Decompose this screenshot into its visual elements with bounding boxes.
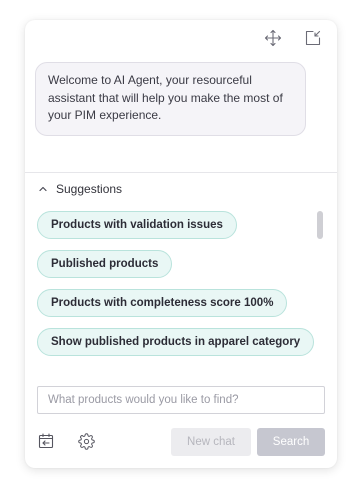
suggestions-scrollbar[interactable]: [317, 211, 323, 239]
suggestion-chip[interactable]: Show published products in apparel categ…: [37, 328, 315, 356]
search-button[interactable]: Search: [257, 428, 325, 456]
suggestion-chip[interactable]: Published products: [37, 250, 173, 278]
suggestions-title: Suggestions: [56, 182, 123, 196]
suggestion-chip[interactable]: Products with validation issues: [37, 211, 237, 239]
dock-corner-icon[interactable]: [303, 28, 323, 48]
welcome-message-bubble: Welcome to AI Agent, your resourceful as…: [35, 62, 306, 136]
suggestion-chip[interactable]: Products with completeness score 100%: [37, 289, 288, 317]
gear-icon[interactable]: [77, 432, 95, 450]
search-input[interactable]: [37, 386, 325, 414]
new-chat-button[interactable]: New chat: [171, 428, 251, 456]
ai-agent-panel: Welcome to AI Agent, your resourceful as…: [25, 20, 337, 468]
section-divider: [25, 172, 337, 173]
suggestions-toggle[interactable]: Suggestions: [38, 182, 122, 196]
chevron-up-icon: [39, 186, 47, 192]
calendar-back-icon[interactable]: [37, 432, 55, 450]
move-arrows-icon[interactable]: [263, 28, 283, 48]
